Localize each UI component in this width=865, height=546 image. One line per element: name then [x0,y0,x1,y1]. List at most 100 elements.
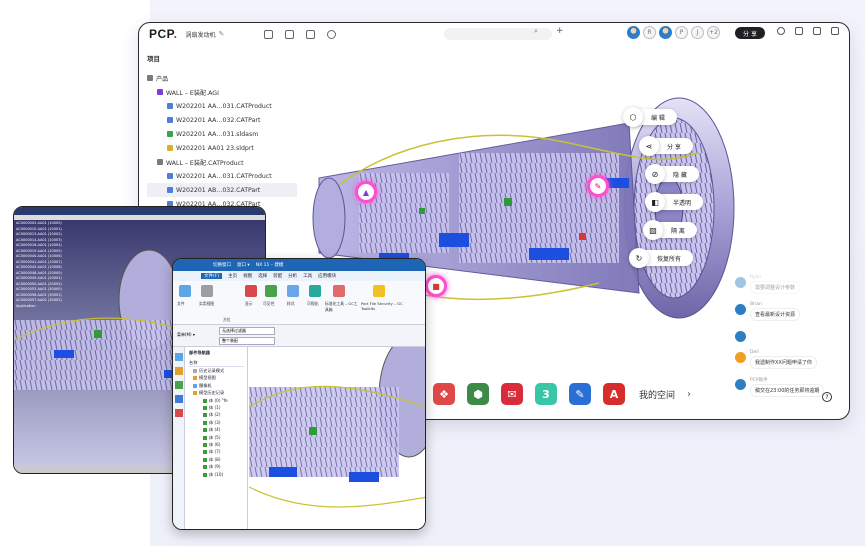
autocad-app-icon[interactable]: A [603,383,625,405]
checkbox-icon[interactable] [193,383,197,388]
expand-icon[interactable] [795,27,803,35]
checkbox-icon[interactable] [203,435,207,440]
checkbox-icon[interactable] [203,406,207,411]
chevron-right-icon[interactable]: › [687,389,691,400]
tab-home[interactable]: 主页 [228,273,237,279]
tab-assembly[interactable]: 装配 [273,273,282,279]
navigator-row[interactable]: 模型视图 [189,375,244,382]
my-space-link[interactable]: 我的空间 [639,388,675,401]
annotation-marker[interactable]: ✎ [587,175,609,197]
ctx-share[interactable]: ⋖ 分 享 [639,136,693,156]
checkbox-icon[interactable] [203,457,207,462]
switch-window-button[interactable]: 切换窗口 [213,262,231,268]
tree-item[interactable]: WALL – E装配.AGI [147,85,297,99]
checkbox-icon[interactable] [203,465,207,470]
chat-message[interactable]: Ryan 需要调整设计参数 [735,275,847,294]
ctx-restore-all[interactable]: ↻ 恢复所有 [629,248,694,268]
gc-tools-ribbon-icon[interactable] [333,285,345,297]
display-ribbon-icon[interactable] [245,285,257,297]
chat-message[interactable] [735,329,847,342]
checkbox-icon[interactable] [193,391,197,396]
export-icon[interactable] [285,29,295,39]
search-icon[interactable]: ⌕ [534,27,538,36]
mail-app-icon[interactable]: ✉ [501,383,523,405]
avatar[interactable] [659,26,672,39]
visibility-ribbon-icon[interactable] [265,285,277,297]
navigator-row[interactable]: 体 (3) [189,419,244,426]
avatar[interactable]: P [675,26,688,39]
nav-icon[interactable] [175,395,183,403]
annotation-marker[interactable]: ■ [425,275,447,297]
cube-app-icon[interactable]: ⬢ [467,383,489,405]
navigator-row[interactable]: 体 (4) [189,427,244,434]
navigator-row[interactable]: 体 (10) [189,471,244,478]
ctx-edit[interactable]: ⬡ 编 辑 [623,107,677,127]
navigator-row[interactable]: 模型历史记录 [189,390,244,397]
avatar[interactable]: R [643,26,656,39]
tab-tools[interactable]: 工具 [303,273,312,279]
nav-icon[interactable] [175,409,183,417]
navigator-row[interactable]: 体 (0) "fe [189,397,244,404]
catia-tree-item[interactable]: Application [16,304,91,310]
ctx-hide[interactable]: ⊘ 隐 藏 [645,164,699,184]
nav-icon[interactable] [175,367,183,375]
tree-item[interactable]: W202201 AA01 23.sldprt [147,141,297,155]
solidworks-app-icon[interactable]: ❖ [433,383,455,405]
navigator-row[interactable]: 摄像机 [189,382,244,389]
checkbox-icon[interactable] [203,398,207,403]
view-ribbon-icon[interactable] [201,285,213,297]
project-name[interactable]: 涡扇发动机 [185,30,215,39]
tree-item[interactable]: W202201 AB…032.CATPart [147,183,297,197]
annotation-marker[interactable]: ▲ [355,181,377,203]
plus-icon[interactable]: + [556,26,564,36]
checkbox-icon[interactable] [203,450,207,455]
ctx-transparent[interactable]: ◧ 半透明 [645,192,704,212]
document-icon[interactable] [306,29,316,39]
checkbox-icon[interactable] [203,442,207,447]
tree-item[interactable]: W202201 AA…031.CATProduct [147,99,297,113]
filter-select[interactable]: 无选择过滤器 [219,327,275,335]
tab-select[interactable]: 选择 [258,273,267,279]
tab-file[interactable]: 文件(F) [201,273,223,279]
tab-view[interactable]: 视图 [243,273,252,279]
eye-icon[interactable] [777,27,785,35]
chat-message[interactable]: Brian 查看最新设计资源 [735,302,847,321]
history-icon[interactable] [327,29,337,39]
avatar-more[interactable]: +2 [707,26,720,39]
file-ribbon-icon[interactable] [179,285,191,297]
checkbox-icon[interactable] [193,376,197,381]
avatar[interactable] [627,26,640,39]
scope-select[interactable]: 整个装配 [219,337,275,345]
tree-item[interactable]: WALL – E装配.CATProduct [147,155,297,169]
checkbox-icon[interactable] [203,428,207,433]
chat-message[interactable]: Dell 我遗制作XX问题申请了你 [735,350,847,369]
tab-analysis[interactable]: 分析 [288,273,297,279]
panel-icon[interactable] [831,27,839,35]
navigator-row[interactable]: 体 (8) [189,456,244,463]
tab-applications[interactable]: 应用模块 [318,273,336,279]
nx-viewport[interactable] [249,347,426,530]
navigator-row[interactable]: 历史记录模式 [189,367,244,374]
share-button[interactable]: 分 享 [735,27,765,39]
checkbox-icon[interactable] [203,472,207,477]
tree-item[interactable]: W202201 AA…031.CATProduct [147,169,297,183]
tree-item[interactable]: W202201 AA…031.sldasm [147,127,297,141]
grid-icon[interactable] [813,27,821,35]
folder-icon[interactable] [264,29,274,39]
navigator-row[interactable]: 体 (9) [189,463,244,470]
checkbox-icon[interactable] [203,413,207,418]
navigator-row[interactable]: 体 (7) [189,449,244,456]
checkbox-icon[interactable] [193,369,197,374]
navigator-row[interactable]: 体 (2) [189,412,244,419]
visualize-ribbon-icon[interactable] [309,285,321,297]
navigator-row[interactable]: 体 (6) [189,441,244,448]
tree-item[interactable]: W202201 AA…032.CATPart [147,113,297,127]
help-icon[interactable]: ? [822,392,832,402]
navigator-row[interactable]: 体 (5) [189,434,244,441]
ctx-isolate[interactable]: ▨ 隔 离 [643,220,697,240]
security-ribbon-icon[interactable] [373,285,385,297]
nav-icon[interactable] [175,381,183,389]
draw-app-icon[interactable]: ✎ [569,383,591,405]
menu-button[interactable]: 菜单(M) ▾ [177,332,195,338]
checkbox-icon[interactable] [203,420,207,425]
